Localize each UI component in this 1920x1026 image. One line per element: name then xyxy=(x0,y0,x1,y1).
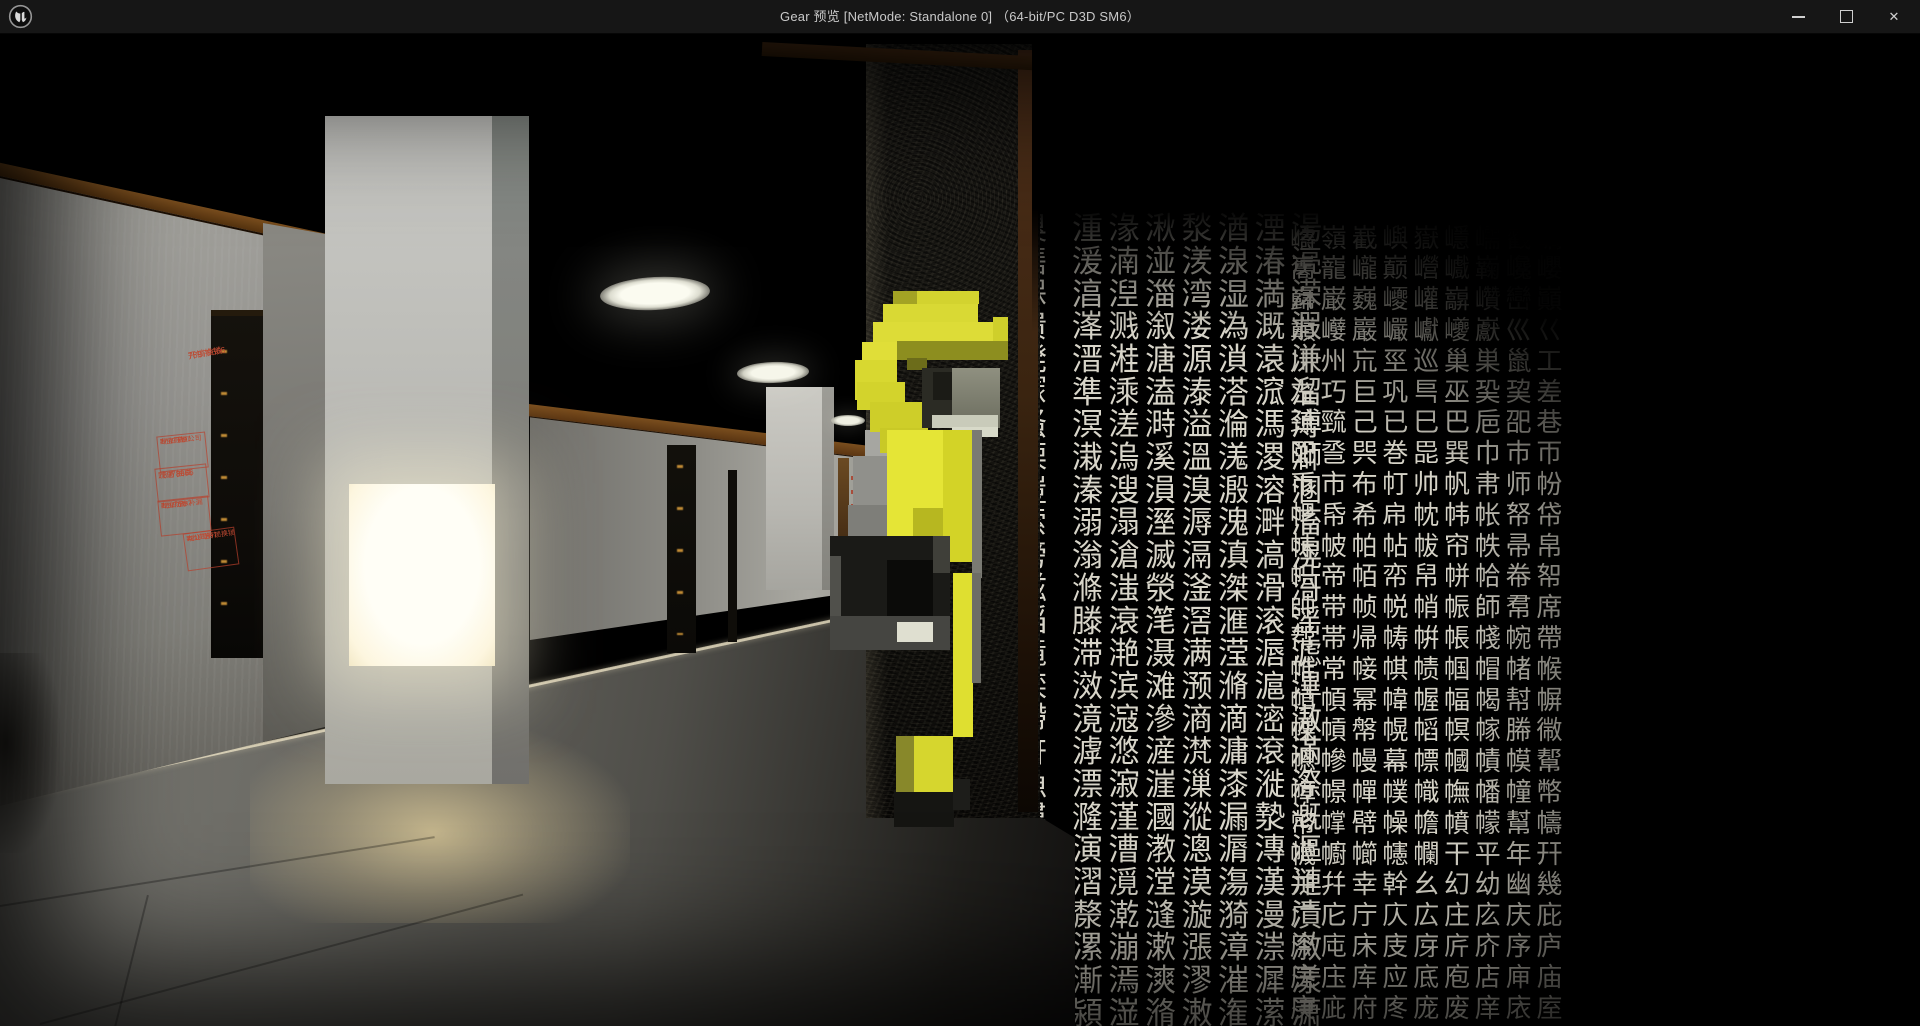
wall-side-return xyxy=(263,223,325,742)
ad-line: #小广告 xyxy=(160,437,186,448)
carried-box-label xyxy=(897,622,933,642)
minimize-icon xyxy=(1792,16,1805,18)
window-controls: ✕ xyxy=(1774,0,1918,33)
pillar-near xyxy=(325,116,529,784)
doorway-back xyxy=(667,445,696,653)
doorway-back xyxy=(728,470,737,642)
ad-line: 78978666 xyxy=(158,468,194,482)
hood-voxel xyxy=(893,291,917,304)
light-leak-dots xyxy=(677,465,683,635)
pillar-far xyxy=(766,387,834,590)
leg-voxel xyxy=(914,736,953,792)
arm-edge-voxel xyxy=(972,573,981,683)
hood-voxel xyxy=(993,317,1008,343)
ceiling-light xyxy=(737,361,810,385)
player-character-hazmat-voxel xyxy=(830,280,1020,840)
ceiling-light xyxy=(599,274,711,313)
maximize-icon xyxy=(1840,10,1853,23)
maximize-button[interactable] xyxy=(1822,0,1870,33)
glowing-light-panel xyxy=(349,484,495,666)
visor-dark-voxel xyxy=(933,372,953,400)
carried-box-core xyxy=(887,560,933,617)
backpack-voxel xyxy=(853,456,887,508)
wall-dirt-patch xyxy=(0,653,60,853)
hood-voxel xyxy=(917,291,979,304)
leg-voxel xyxy=(896,736,914,793)
ad-line: #小广告 xyxy=(186,533,212,545)
carried-box-voxel xyxy=(933,536,950,573)
hood-voxel xyxy=(873,322,993,342)
window-titlebar[interactable]: Gear 预览 [NetMode: Standalone 0] （64-bit/… xyxy=(0,0,1920,34)
game-viewport[interactable]: 湨湱湺溃溌溕溞溧溰溹滂滋滔滝滦滯滸漁漊漓漜漥漮漷潀 湩湪湫湬湭湮湯湲湳湴湵湶湷湸… xyxy=(0,33,1920,1026)
pillar-side xyxy=(492,116,529,784)
pillar-face xyxy=(766,387,822,590)
wall-ad-stamp: 本公司开锁换锁 72191897 #小广告 xyxy=(183,527,240,572)
boot-voxel xyxy=(953,779,970,810)
hood-voxel xyxy=(883,304,978,323)
wall-shadow-right xyxy=(1450,33,1920,1026)
light-leak-dots xyxy=(221,350,227,640)
app-window: 湨湱湺溃溌溕溞溧溰溹滂滋滔滝滦滯滸漁漊漓漜漥漮漷潀 湩湪湫湬湭湮湯湲湳湴湵湶湷湸… xyxy=(0,0,1920,1026)
boot-voxel xyxy=(894,792,954,827)
arm-voxel xyxy=(953,573,973,737)
close-button[interactable]: ✕ xyxy=(1870,0,1918,33)
pillar-face xyxy=(325,116,492,784)
window-title: Gear 预览 [NetMode: Standalone 0] （64-bit/… xyxy=(0,0,1920,33)
torso-edge-voxel xyxy=(972,430,982,578)
minimize-button[interactable] xyxy=(1774,0,1822,33)
wall-ad-stamp: 开锁换锁 78978666 xyxy=(187,342,237,387)
ad-line: #小广告 xyxy=(161,501,187,512)
